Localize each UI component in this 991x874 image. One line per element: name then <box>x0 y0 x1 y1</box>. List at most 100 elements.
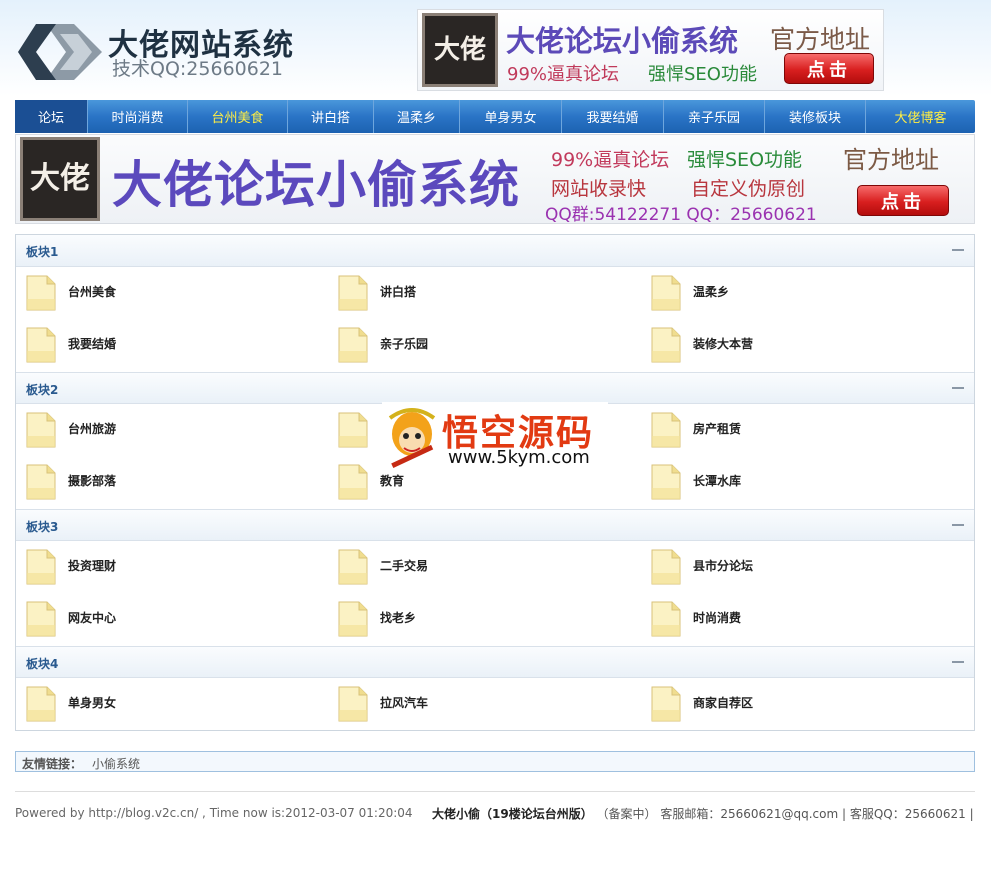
collapse-icon[interactable] <box>952 657 964 667</box>
seal-text: 大佬 <box>433 35 486 65</box>
board-name[interactable]: 台州美食 <box>68 283 116 300</box>
board-name[interactable]: 台州旅游 <box>68 420 116 437</box>
board-item[interactable]: 温柔乡 <box>651 275 951 315</box>
board-name[interactable]: 摄影部落 <box>68 472 116 489</box>
board-item[interactable]: 单身男女 <box>26 686 326 726</box>
board-name[interactable]: 时尚消费 <box>693 609 741 626</box>
folder-icon <box>651 601 681 637</box>
ad-address-label: 官方地址 <box>770 25 871 54</box>
nav-item[interactable]: 时尚消费 <box>88 100 188 133</box>
board-name[interactable]: 讲白搭 <box>380 283 416 300</box>
header-ad-banner[interactable]: 大佬 大佬论坛小偷系统 官方地址 99%逼真论坛 强悍SEO功能 点击 <box>417 9 884 91</box>
friend-link-item[interactable]: 小偷系统 <box>92 755 140 772</box>
friend-links-label: 友情链接： <box>22 757 83 771</box>
collapse-icon[interactable] <box>952 520 964 530</box>
board-item[interactable]: 房产租赁 <box>651 412 951 452</box>
folder-icon <box>651 549 681 585</box>
board-name[interactable]: 亲子乐园 <box>380 335 428 352</box>
ad-feature-2: 强悍SEO功能 <box>648 64 757 85</box>
nav-item[interactable]: 大佬博客 <box>866 100 975 133</box>
footer-email[interactable]: 客服邮箱：25660621@qq.com <box>660 807 838 821</box>
ad-click-button[interactable]: 点击 <box>784 53 874 84</box>
board-item[interactable]: 网友中心 <box>26 601 326 641</box>
banner-feature-1: 99%逼真论坛 <box>551 149 670 171</box>
board-item[interactable]: 商家自荐区 <box>651 686 951 726</box>
folder-icon <box>338 464 368 500</box>
board-name[interactable]: 县市分论坛 <box>693 557 753 574</box>
board-name[interactable]: 温柔乡 <box>693 283 729 300</box>
footer-qq: 客服QQ：25660621 <box>849 807 966 821</box>
footer-separator: | <box>841 807 847 821</box>
footer-icp[interactable]: （备案中） <box>597 807 657 821</box>
board-name[interactable]: 投资理财 <box>68 557 116 574</box>
board-item[interactable]: 摄影部落 <box>26 464 326 504</box>
folder-icon <box>26 601 56 637</box>
section-header: 板块3 <box>16 509 974 541</box>
section-header: 板块2 <box>16 372 974 404</box>
folder-icon <box>338 601 368 637</box>
main-nav: 论坛 时尚消费 台州美食 讲白搭 温柔乡 单身男女 我要结婚 亲子乐园 装修板块 大佬博客 <box>15 100 975 133</box>
main-ad-banner[interactable]: 大佬 大佬论坛小偷系统 99%逼真论坛 强悍SEO功能 官方地址 网站收录快 自… <box>15 134 975 224</box>
footer-divider <box>15 791 975 792</box>
section-title[interactable]: 板块4 <box>26 655 58 672</box>
board-name[interactable]: 房产租赁 <box>693 420 741 437</box>
board-item[interactable]: 县市分论坛 <box>651 549 951 589</box>
board-name[interactable]: 我要结婚 <box>68 335 116 352</box>
nav-item[interactable]: 台州美食 <box>188 100 288 133</box>
board-name[interactable]: 二手交易 <box>380 557 428 574</box>
seal-logo: 大佬 <box>422 13 498 87</box>
folder-icon <box>651 412 681 448</box>
board-name[interactable]: 教育 <box>380 472 404 489</box>
board-name[interactable]: 单身男女 <box>68 694 116 711</box>
board-name[interactable]: 网友中心 <box>68 609 116 626</box>
board-name[interactable]: 商家自荐区 <box>693 694 753 711</box>
board-item[interactable]: 长潭水库 <box>651 464 951 504</box>
board-name[interactable]: 装修大本营 <box>693 335 753 352</box>
ad-feature-1: 99%逼真论坛 <box>507 64 620 85</box>
banner-title: 大佬论坛小偷系统 <box>112 156 520 214</box>
nav-item[interactable]: 温柔乡 <box>374 100 460 133</box>
nav-item[interactable]: 单身男女 <box>460 100 562 133</box>
logo-subtitle: 技术QQ:25660621 <box>112 58 284 80</box>
folder-icon <box>651 464 681 500</box>
section-title[interactable]: 板块2 <box>26 381 58 398</box>
board-item[interactable]: 拉风汽车 <box>338 686 638 726</box>
board-item[interactable]: 时尚消费 <box>651 601 951 641</box>
board-item[interactable]: 亲子乐园 <box>338 327 638 367</box>
folder-icon <box>26 412 56 448</box>
nav-item[interactable]: 亲子乐园 <box>664 100 765 133</box>
board-item[interactable]: 投资理财 <box>26 549 326 589</box>
board-name[interactable]: 找老乡 <box>380 609 416 626</box>
site-logo[interactable]: 大佬网站系统 技术QQ:25660621 <box>16 14 316 84</box>
board-item[interactable]: 讲白搭 <box>338 275 638 315</box>
board-item[interactable]: 装修大本营 <box>651 327 951 367</box>
collapse-icon[interactable] <box>952 245 964 255</box>
board-item[interactable]: 我要结婚 <box>26 327 326 367</box>
nav-item[interactable]: 讲白搭 <box>288 100 374 133</box>
section-title[interactable]: 板块1 <box>26 243 58 260</box>
logo-diamond-icon <box>18 24 102 80</box>
nav-item[interactable]: 装修板块 <box>765 100 866 133</box>
folder-icon <box>26 275 56 311</box>
board-item[interactable]: 找老乡 <box>338 601 638 641</box>
banner-address-label: 官方地址 <box>843 146 939 174</box>
folder-icon <box>651 327 681 363</box>
collapse-icon[interactable] <box>952 383 964 393</box>
folder-icon <box>338 549 368 585</box>
footer-site-name[interactable]: 大佬小偷（19楼论坛台州版） <box>432 807 593 821</box>
banner-contact: QQ群:54122271 QQ：25660621 <box>545 205 817 224</box>
monkey-king-icon <box>388 408 436 469</box>
section-header: 板块1 <box>16 235 974 267</box>
board-name[interactable]: 拉风汽车 <box>380 694 428 711</box>
section-title[interactable]: 板块3 <box>26 518 58 535</box>
board-name[interactable]: 长潭水库 <box>693 472 741 489</box>
board-item[interactable]: 台州旅游 <box>26 412 326 452</box>
banner-click-button[interactable]: 点击 <box>857 185 949 216</box>
nav-item[interactable]: 我要结婚 <box>562 100 664 133</box>
board-item[interactable]: 台州美食 <box>26 275 326 315</box>
board-item[interactable]: 二手交易 <box>338 549 638 589</box>
banner-seal-text: 大佬 <box>30 161 90 196</box>
nav-item[interactable]: 论坛 <box>15 100 88 133</box>
folder-icon <box>338 686 368 722</box>
forum-board-list: 板块1 台州美食 讲白搭 温柔乡我要结婚 亲子乐园 装修大本营板块2 台州旅游 房产租赁摄影部… <box>15 234 975 731</box>
